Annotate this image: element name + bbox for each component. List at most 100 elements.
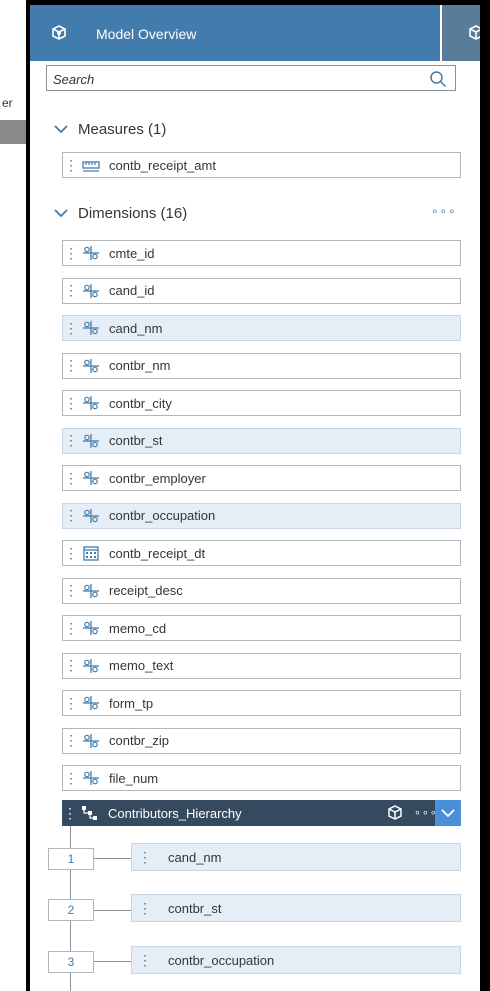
drag-handle-icon[interactable]: ⋮	[63, 805, 77, 822]
dimension-icon	[83, 696, 99, 710]
field-item[interactable]: ⋮ contbr_zip	[62, 727, 461, 754]
field-label: form_tp	[109, 695, 154, 711]
drag-handle-icon[interactable]: ⋮	[64, 770, 78, 787]
dimension-icon	[83, 471, 99, 485]
measures-title: Measures (1)	[78, 120, 167, 138]
hierarchy-level-label: contbr_st	[168, 900, 222, 916]
dimensions-more-button[interactable]: ∘∘∘	[431, 205, 457, 217]
cube-icon[interactable]	[387, 805, 403, 821]
field-label: receipt_desc	[109, 583, 183, 598]
field-label: contb_receipt_dt	[109, 545, 206, 561]
drag-handle-icon[interactable]: ⋮	[64, 395, 78, 412]
hierarchy-level-number: 3	[48, 951, 94, 973]
drag-handle-icon[interactable]: ⋮	[64, 157, 78, 174]
drag-handle-icon[interactable]: ⋮	[138, 952, 152, 969]
cube-icon	[52, 25, 66, 40]
drag-handle-icon[interactable]: ⋮	[64, 357, 78, 374]
hierarchy-tree-connector	[94, 910, 131, 911]
hierarchy-level-item[interactable]: ⋮ cand_nm	[131, 843, 461, 871]
drag-handle-icon[interactable]: ⋮	[64, 657, 78, 674]
field-item[interactable]: ⋮ receipt_desc	[62, 577, 461, 604]
field-item[interactable]: ⋮ contbr_nm	[62, 352, 461, 379]
field-label: file_num	[109, 770, 159, 786]
field-item[interactable]: ⋮ cand_id	[62, 277, 461, 304]
field-label: contbr_st	[109, 433, 163, 448]
hierarchy-level-item[interactable]: ⋮ contbr_occupation	[131, 946, 461, 974]
drag-handle-icon[interactable]: ⋮	[64, 507, 78, 524]
field-label: cmte_id	[109, 245, 155, 261]
field-item[interactable]: ⋮ file_num	[62, 765, 461, 791]
chevron-down-icon	[441, 809, 455, 818]
field-label: cand_nm	[109, 320, 163, 336]
hierarchy-tree-connector	[94, 961, 131, 962]
dimension-icon	[83, 583, 99, 598]
drag-handle-icon[interactable]: ⋮	[138, 849, 152, 866]
field-item[interactable]: ⋮ contbr_occupation	[62, 502, 461, 529]
model-overview-panel: Model Overview Measures (1)	[30, 5, 480, 991]
drag-handle-icon[interactable]: ⋮	[64, 245, 78, 262]
field-label: contb_receipt_amt	[109, 157, 216, 173]
background-window-edge: er	[0, 0, 26, 991]
cube-icon	[469, 25, 480, 40]
search-icon[interactable]	[429, 70, 447, 88]
dimension-icon	[83, 733, 99, 748]
drag-handle-icon[interactable]: ⋮	[64, 732, 78, 749]
drag-handle-icon[interactable]: ⋮	[64, 470, 78, 487]
drag-handle-icon[interactable]: ⋮	[138, 900, 152, 917]
dimension-icon	[83, 433, 99, 448]
dimension-icon	[83, 658, 99, 673]
field-item[interactable]: ⋮ cand_nm	[62, 315, 461, 341]
dimensions-section-toggle[interactable]: Dimensions (16)	[54, 203, 187, 223]
hierarchy-level-item[interactable]: ⋮ contbr_st	[131, 894, 461, 922]
panel-header: Model Overview	[30, 5, 440, 61]
dimension-icon	[83, 358, 99, 373]
background-window-bar	[0, 120, 26, 144]
hierarchy-expand-button[interactable]	[435, 800, 461, 826]
search-input[interactable]	[53, 70, 413, 88]
measures-section-toggle[interactable]: Measures (1)	[54, 119, 166, 139]
dimension-icon	[83, 283, 99, 298]
field-item[interactable]: ⋮ memo_cd	[62, 615, 461, 641]
dimension-icon	[83, 246, 99, 260]
field-item[interactable]: ⋮ contbr_st	[62, 427, 461, 454]
field-item[interactable]: ⋮ contb_receipt_dt	[62, 540, 461, 566]
hierarchy-label: Contributors_Hierarchy	[108, 805, 242, 821]
dimension-icon	[83, 508, 99, 523]
drag-handle-icon[interactable]: ⋮	[64, 695, 78, 712]
search-field[interactable]	[46, 65, 456, 91]
drag-handle-icon[interactable]: ⋮	[64, 545, 78, 562]
field-label: memo_text	[109, 658, 174, 673]
header-side-tab[interactable]	[442, 5, 480, 61]
field-label: contbr_nm	[109, 358, 171, 373]
field-item[interactable]: ⋮ contbr_employer	[62, 465, 461, 491]
field-label: cand_id	[109, 283, 155, 298]
panel-title: Model Overview	[96, 26, 197, 42]
hierarchy-tree-connector	[94, 858, 131, 859]
field-label: contbr_zip	[109, 733, 169, 748]
field-item[interactable]: ⋮ contb_receipt_amt	[62, 152, 461, 178]
hierarchy-icon	[82, 806, 97, 820]
hierarchy-level-number: 1	[48, 848, 94, 870]
field-item[interactable]: ⋮ form_tp	[62, 690, 461, 716]
hierarchy-level-label: cand_nm	[168, 849, 222, 865]
dimension-icon	[83, 621, 99, 635]
hierarchy-level-label: contbr_occupation	[168, 952, 275, 968]
drag-handle-icon[interactable]: ⋮	[64, 282, 78, 299]
field-item[interactable]: ⋮ memo_text	[62, 652, 461, 679]
drag-handle-icon[interactable]: ⋮	[64, 582, 78, 599]
drag-handle-icon[interactable]: ⋮	[64, 320, 78, 337]
field-label: contbr_occupation	[109, 508, 216, 523]
field-label: contbr_employer	[109, 470, 206, 486]
drag-handle-icon[interactable]: ⋮	[64, 432, 78, 449]
drag-handle-icon[interactable]: ⋮	[64, 620, 78, 637]
background-window-text: er	[2, 96, 13, 110]
field-item[interactable]: ⋮ cmte_id	[62, 240, 461, 266]
hierarchy-item[interactable]: ⋮ Contributors_Hierarchy ∘∘∘	[62, 800, 461, 826]
calendar-icon	[83, 546, 99, 561]
chevron-down-icon	[54, 209, 68, 218]
field-label: memo_cd	[109, 620, 167, 636]
field-label: contbr_city	[109, 395, 172, 411]
measure-icon	[82, 161, 100, 172]
dimensions-title: Dimensions (16)	[78, 204, 188, 222]
field-item[interactable]: ⋮ contbr_city	[62, 390, 461, 416]
